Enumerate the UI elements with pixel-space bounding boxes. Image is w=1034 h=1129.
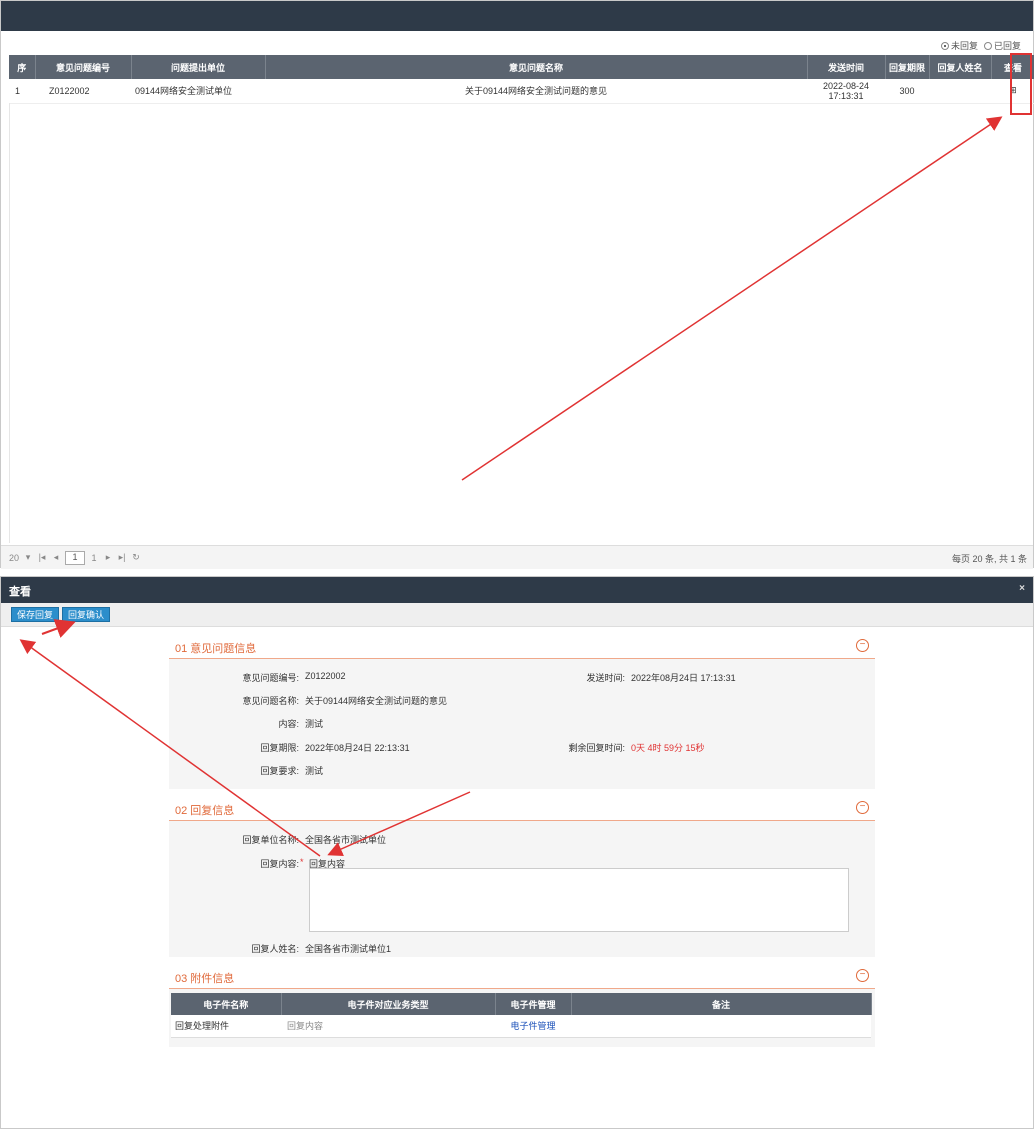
section-header: 03 附件信息 − xyxy=(169,963,875,989)
chevron-down-icon[interactable]: ▾ xyxy=(23,552,33,563)
collapse-icon[interactable]: − xyxy=(856,969,869,982)
send-time-label: 发送时间: xyxy=(586,673,625,683)
reply-content-textarea[interactable] xyxy=(309,868,849,932)
deadline-label: 回复期限: xyxy=(260,743,299,753)
table-row: 回复处理附件 回复内容 电子件管理 xyxy=(171,1015,871,1038)
cell-deadline: 300 xyxy=(885,79,929,104)
section-title: 03 附件信息 xyxy=(175,973,235,985)
issue-list-table: 序 意见问题编号 问题提出单位 意见问题名称 发送时间 回复期限 回复人姓名 查… xyxy=(9,55,1034,104)
detail-title: 查看 xyxy=(9,586,31,598)
last-page-icon[interactable]: ▸| xyxy=(117,552,127,563)
page-number-input[interactable]: 1 xyxy=(65,550,86,565)
annotation-highlight-box xyxy=(1010,53,1032,115)
col-header-att-note: 备注 xyxy=(571,993,872,1015)
collapse-icon[interactable]: − xyxy=(856,801,869,814)
attachment-table: 电子件名称 电子件对应业务类型 电子件管理 备注 回复处理附件 回复内容 电子件… xyxy=(171,993,872,1038)
col-header-deadline: 回复期限 xyxy=(885,55,930,79)
section-header: 01 意见问题信息 − xyxy=(169,633,875,659)
col-header-att-manage: 电子件管理 xyxy=(495,993,572,1015)
list-window: 未回复 已回复 序 意见问题编号 问题提出单位 意见问题名称 发送时间 回复期限… xyxy=(0,0,1034,569)
prev-page-icon[interactable]: ◂ xyxy=(51,552,61,563)
section-header: 02 回复信息 − xyxy=(169,795,875,821)
list-titlebar xyxy=(1,1,1033,31)
cell-att-note xyxy=(571,1015,871,1038)
section-title: 02 回复信息 xyxy=(175,805,235,817)
cell-replier xyxy=(929,79,991,104)
reply-status-filter: 未回复 已回复 xyxy=(940,39,1021,52)
confirm-reply-button[interactable]: 回复确认 xyxy=(62,607,111,622)
replier-name-label: 回复人姓名: xyxy=(251,944,299,954)
detail-toolbar: 保存回复 回复确认 xyxy=(1,603,1033,627)
col-header-name: 意见问题名称 xyxy=(265,55,808,79)
deadline-value: 2022年08月24日 22:13:31 xyxy=(305,743,410,753)
filter-replied[interactable]: 已回复 xyxy=(983,39,1021,52)
send-time-value: 2022年08月24日 17:13:31 xyxy=(631,673,736,683)
requirement-value: 测试 xyxy=(305,766,324,776)
cell-id: Z0122002 xyxy=(35,79,131,104)
total-pages: 1 xyxy=(91,552,97,563)
refresh-icon[interactable]: ↻ xyxy=(131,552,141,563)
table-header-row: 电子件名称 电子件对应业务类型 电子件管理 备注 xyxy=(171,993,872,1015)
close-icon[interactable]: × xyxy=(1019,583,1025,594)
reply-info-section: 02 回复信息 − 回复单位名称: 全国各省市测试单位 回复内容: * 回复内容… xyxy=(169,795,875,957)
issue-id-value: Z0122002 xyxy=(305,671,346,681)
remaining-time-label: 剩余回复时间: xyxy=(568,743,625,753)
cell-seq: 1 xyxy=(9,79,35,104)
col-header-unit: 问题提出单位 xyxy=(131,55,266,79)
issue-id-label: 意见问题编号: xyxy=(242,673,299,683)
attachment-manage-link[interactable]: 电子件管理 xyxy=(495,1015,571,1038)
col-header-id: 意见问题编号 xyxy=(35,55,132,79)
save-reply-button[interactable]: 保存回复 xyxy=(11,607,60,622)
remaining-time-value: 0天 4时 59分 15秒 xyxy=(631,743,705,753)
col-header-replier: 回复人姓名 xyxy=(929,55,992,79)
cell-att-name: 回复处理附件 xyxy=(171,1015,281,1038)
cell-unit: 09144网络安全测试单位 xyxy=(131,79,265,104)
attachment-section: 03 附件信息 − 电子件名称 电子件对应业务类型 电子件管理 备注 回复处理附… xyxy=(169,963,875,1047)
pager-summary: 每页 20 条, 共 1 条 xyxy=(951,554,1027,564)
first-page-icon[interactable]: |◂ xyxy=(37,552,47,563)
table-row[interactable]: 1 Z0122002 09144网络安全测试单位 关于09144网络安全测试问题… xyxy=(9,79,1034,104)
detail-titlebar: 查看 × xyxy=(1,577,1033,603)
collapse-icon[interactable]: − xyxy=(856,639,869,652)
reply-unit-value: 全国各省市测试单位 xyxy=(305,835,387,845)
requirement-label: 回复要求: xyxy=(260,766,299,776)
content-value: 测试 xyxy=(305,719,324,729)
col-header-seq: 序 xyxy=(9,55,36,79)
replier-name-value: 全国各省市测试单位1 xyxy=(305,944,392,954)
content-label: 内容: xyxy=(278,719,299,729)
detail-window: 查看 × 保存回复 回复确认 01 意见问题信息 − 意见问题编号: Z0122… xyxy=(0,576,1034,1129)
cell-name: 关于09144网络安全测试问题的意见 xyxy=(265,79,807,104)
cell-time: 2022-08-24 17:13:31 xyxy=(807,79,885,104)
issue-name-label: 意见问题名称: xyxy=(242,696,299,706)
section-title: 01 意见问题信息 xyxy=(175,643,257,655)
filter-unreplied[interactable]: 未回复 xyxy=(940,39,978,52)
pagination-bar: 20 ▾ |◂ ◂ 1 1 ▸ ▸| ↻ 每页 20 条, 共 1 条 xyxy=(1,545,1033,569)
cell-att-type: 回复内容 xyxy=(281,1015,495,1038)
reply-unit-label: 回复单位名称: xyxy=(242,835,299,845)
list-empty-area xyxy=(9,103,1034,543)
col-header-att-type: 电子件对应业务类型 xyxy=(281,993,496,1015)
issue-name-value: 关于09144网络安全测试问题的意见 xyxy=(305,696,448,706)
col-header-att-name: 电子件名称 xyxy=(171,993,282,1015)
page-size-select[interactable]: 20 xyxy=(9,553,19,563)
col-header-time: 发送时间 xyxy=(807,55,886,79)
required-mark: * xyxy=(300,857,304,867)
reply-content-label: 回复内容: xyxy=(260,859,299,869)
radio-icon[interactable] xyxy=(940,41,949,50)
table-header-row: 序 意见问题编号 问题提出单位 意见问题名称 发送时间 回复期限 回复人姓名 查… xyxy=(9,55,1034,79)
radio-icon[interactable] xyxy=(983,41,992,50)
issue-info-section: 01 意见问题信息 − 意见问题编号: Z0122002 发送时间: 2022年… xyxy=(169,633,875,789)
next-page-icon[interactable]: ▸ xyxy=(103,552,113,563)
